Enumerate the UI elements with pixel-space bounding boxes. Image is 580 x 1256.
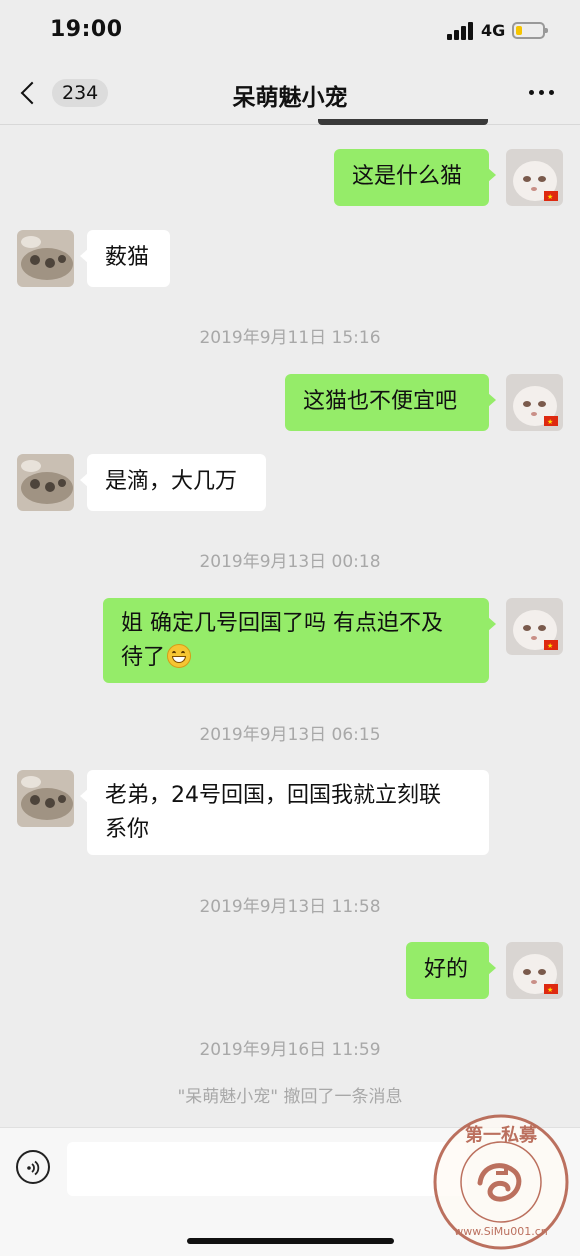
contact-message-bubble[interactable]: 老弟，24号回国，回国我就立刻联 系你 [80, 770, 489, 855]
my-message-bubble[interactable]: 这是什么猫 [334, 149, 496, 206]
message-timestamp: 2019年9月11日 15:16 [199, 328, 381, 348]
message-timestamp: 2019年9月13日 00:18 [199, 552, 381, 572]
message-text-line: 老弟，24号回国，回国我就立刻联 [105, 783, 441, 808]
svg-text:★: ★ [547, 418, 553, 426]
message-text-line: 姐 确定几号回国了吗 有点迫不及 [121, 611, 443, 636]
signal-icon [447, 22, 475, 40]
message-row: 这是什么猫 ★ [0, 149, 580, 207]
my-message-bubble[interactable]: 姐 确定几号回国了吗 有点迫不及 待了 [103, 598, 496, 683]
more-options-icon[interactable] [529, 90, 554, 95]
grinning-face-icon [167, 644, 192, 668]
network-type: 4G [481, 21, 506, 40]
message-text: 待了 [121, 645, 166, 670]
watermark-bottom-text: www.SiMu001.cn [454, 1225, 548, 1238]
message-input[interactable] [67, 1142, 467, 1196]
my-message-bubble[interactable]: 好的 [406, 942, 496, 999]
message-text-line: 待了 [121, 641, 471, 675]
svg-text:★: ★ [547, 193, 553, 201]
voice-input-icon[interactable] [16, 1150, 50, 1184]
my-avatar[interactable]: ★ [506, 598, 563, 655]
status-bar: 19:00 4G [0, 0, 580, 62]
message-row: 这猫也不便宜吧 ★ [0, 374, 580, 432]
contact-avatar[interactable] [17, 770, 74, 827]
message-row: 老弟，24号回国，回国我就立刻联 系你 [0, 770, 580, 856]
recall-notice: "呆萌魅小宠" 撤回了一条消息 [177, 1087, 403, 1107]
svg-text:★: ★ [547, 642, 553, 650]
chat-header: 234 呆萌魅小宠 [0, 62, 580, 125]
contact-message-bubble[interactable]: 是滴，大几万 [80, 454, 266, 511]
message-row: 是滴，大几万 [0, 454, 580, 512]
watermark-logo: 第一私募 www.SiMu001.cn [432, 1113, 570, 1251]
message-row: 薮猫 [0, 230, 580, 288]
contact-message-bubble[interactable]: 薮猫 [80, 230, 170, 287]
message-timestamp: 2019年9月13日 06:15 [199, 725, 381, 745]
message-timestamp: 2019年9月13日 11:58 [199, 897, 381, 917]
svg-text:★: ★ [547, 986, 553, 994]
watermark-top-text: 第一私募 [465, 1124, 538, 1146]
home-indicator [187, 1238, 394, 1244]
chat-title: 呆萌魅小宠 [232, 85, 348, 111]
my-message-bubble[interactable]: 这猫也不便宜吧 [285, 374, 496, 431]
contact-avatar[interactable] [17, 454, 74, 511]
my-avatar[interactable]: ★ [506, 149, 563, 206]
message-row: 好的 ★ [0, 942, 580, 1000]
message-text-line: 系你 [105, 817, 150, 842]
my-avatar[interactable]: ★ [506, 942, 563, 999]
message-timestamp: 2019年9月16日 11:59 [199, 1040, 381, 1060]
my-avatar[interactable]: ★ [506, 374, 563, 431]
battery-icon [512, 22, 548, 39]
contact-avatar[interactable] [17, 230, 74, 287]
message-row: 姐 确定几号回国了吗 有点迫不及 待了 ★ [0, 598, 580, 684]
previous-image-message-edge [318, 119, 488, 125]
status-time: 19:00 [50, 17, 123, 42]
